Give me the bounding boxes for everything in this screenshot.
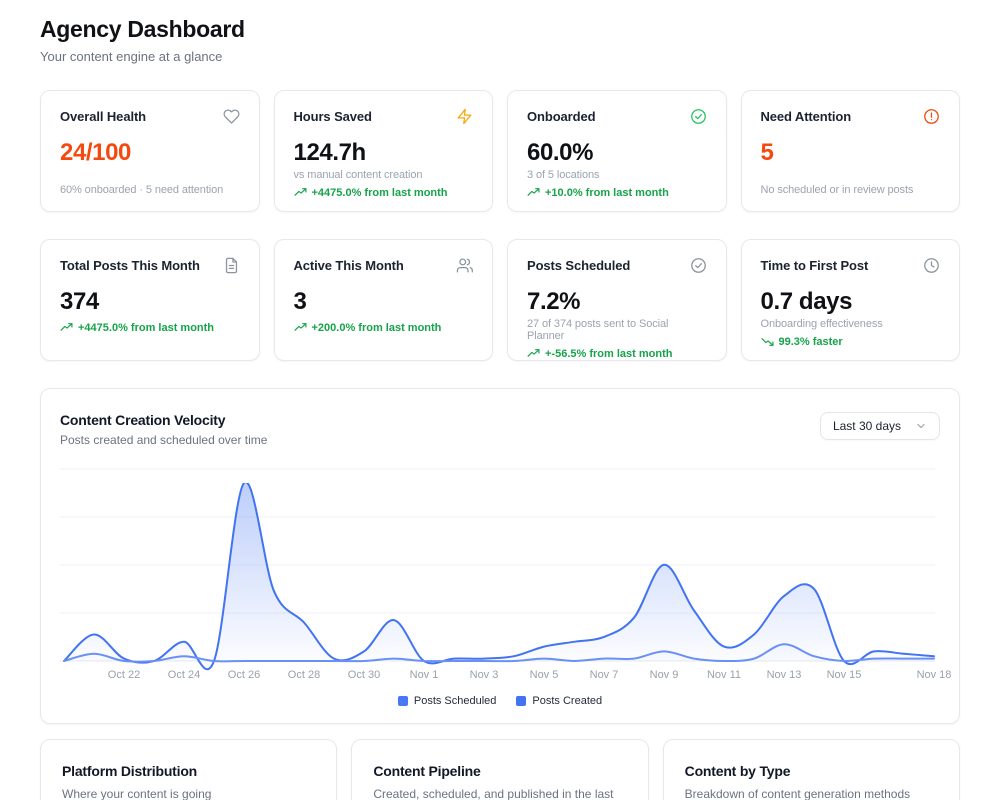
stat-card-overall-health: Overall Health 24/100 60% onboarded · 5 … (40, 90, 260, 212)
clock-icon (923, 257, 940, 274)
chart-subtitle: Posts created and scheduled over time (60, 433, 267, 447)
stat-trend: +200.0% from last month (294, 321, 474, 334)
stat-card-active-month: Active This Month 3 +200.0% from last mo… (274, 239, 494, 361)
stat-value: 3 (294, 288, 474, 316)
stat-trend: +-56.5% from last month (527, 347, 707, 360)
stat-card-posts-scheduled: Posts Scheduled 7.2% 27 of 374 posts sen… (507, 239, 727, 361)
card-title: Content Pipeline (373, 763, 626, 779)
content-by-type-card: Content by Type Breakdown of content gen… (663, 739, 960, 800)
stat-sub: vs manual content creation (294, 169, 474, 181)
legend-item-posts-scheduled[interactable]: Posts Scheduled (398, 695, 497, 707)
stat-trend: +10.0% from last month (527, 186, 707, 199)
stat-value: 60.0% (527, 139, 707, 167)
stat-value: 374 (60, 288, 240, 316)
x-axis-tick: Nov 18 (917, 669, 952, 681)
stat-trend: +4475.0% from last month (60, 321, 240, 334)
card-subtitle: Where your content is going (62, 787, 315, 800)
date-range-value: Last 30 days (833, 419, 901, 433)
stat-sub: 60% onboarded · 5 need attention (60, 184, 240, 196)
stat-value: 5 (761, 139, 941, 167)
stat-grid: Overall Health 24/100 60% onboarded · 5 … (40, 90, 960, 361)
card-subtitle: Created, scheduled, and published in the… (373, 787, 626, 800)
chart-header-text: Content Creation Velocity Posts created … (60, 412, 267, 447)
chart-legend: Posts Scheduled Posts Created (60, 695, 940, 711)
stat-card-time-to-first-post: Time to First Post 0.7 days Onboarding e… (741, 239, 961, 361)
stat-title: Hours Saved (294, 109, 372, 124)
x-axis-tick: Nov 13 (767, 669, 802, 681)
legend-swatch (516, 696, 526, 706)
x-axis-tick: Nov 11 (707, 669, 741, 681)
stat-sub: Onboarding effectiveness (761, 318, 941, 330)
card-title: Content by Type (685, 763, 938, 779)
velocity-chart-card: Content Creation Velocity Posts created … (40, 388, 960, 724)
stat-card-hours-saved: Hours Saved 124.7h vs manual content cre… (274, 90, 494, 212)
stat-sub: 3 of 5 locations (527, 169, 707, 181)
x-axis-tick: Oct 22 (108, 669, 140, 681)
stat-value: 24/100 (60, 139, 240, 167)
x-axis-tick: Oct 30 (348, 669, 380, 681)
x-axis-tick: Nov 5 (530, 669, 559, 681)
x-axis-tick: Nov 9 (650, 669, 679, 681)
x-axis-tick: Nov 1 (410, 669, 439, 681)
x-axis-tick: Oct 24 (168, 669, 200, 681)
card-title: Platform Distribution (62, 763, 315, 779)
alert-circle-icon (923, 108, 940, 125)
trending-up-icon (60, 321, 73, 334)
x-axis-tick: Oct 28 (288, 669, 320, 681)
zap-icon (456, 108, 473, 125)
legend-item-posts-created[interactable]: Posts Created (516, 695, 602, 707)
chart-title: Content Creation Velocity (60, 412, 267, 428)
stat-title: Overall Health (60, 109, 146, 124)
x-axis-tick: Nov 15 (827, 669, 862, 681)
trending-up-icon (527, 347, 540, 360)
stat-title: Need Attention (761, 109, 852, 124)
platform-distribution-card: Platform Distribution Where your content… (40, 739, 337, 800)
chevron-down-icon (915, 420, 927, 432)
page-header: Agency Dashboard Your content engine at … (40, 16, 960, 64)
heart-icon (223, 108, 240, 125)
x-axis-tick: Oct 26 (228, 669, 260, 681)
stat-value: 124.7h (294, 139, 474, 167)
legend-swatch (398, 696, 408, 706)
stat-trend: 99.3% faster (761, 335, 941, 348)
page-title: Agency Dashboard (40, 16, 960, 43)
trending-up-icon (294, 321, 307, 334)
stat-sub: No scheduled or in review posts (761, 184, 941, 196)
x-axis-tick: Nov 3 (470, 669, 499, 681)
content-pipeline-card: Content Pipeline Created, scheduled, and… (351, 739, 648, 800)
card-subtitle: Breakdown of content generation methods … (685, 787, 938, 800)
stat-card-need-attention: Need Attention 5 No scheduled or in revi… (741, 90, 961, 212)
stat-sub: 27 of 374 posts sent to Social Planner (527, 318, 707, 342)
trending-up-icon (527, 186, 540, 199)
trending-up-icon (294, 186, 307, 199)
date-range-select[interactable]: Last 30 days (820, 412, 940, 440)
velocity-area-chart: Oct 22 Oct 24 Oct 26 Oct 28 Oct 30 Nov 1 Nov 3… (60, 461, 935, 693)
stat-value: 0.7 days (761, 288, 941, 316)
stat-title: Active This Month (294, 258, 404, 273)
stat-trend: +4475.0% from last month (294, 186, 474, 199)
stat-title: Time to First Post (761, 258, 869, 273)
stat-card-total-posts: Total Posts This Month 374 +4475.0% from… (40, 239, 260, 361)
users-icon (456, 257, 473, 274)
file-text-icon (223, 257, 240, 274)
stat-value: 7.2% (527, 288, 707, 316)
trending-down-icon (761, 335, 774, 348)
bottom-grid: Platform Distribution Where your content… (40, 739, 960, 800)
stat-card-onboarded: Onboarded 60.0% 3 of 5 locations +10.0% … (507, 90, 727, 212)
page-subtitle: Your content engine at a glance (40, 49, 960, 64)
stat-title: Posts Scheduled (527, 258, 630, 273)
dashboard-page: Agency Dashboard Your content engine at … (0, 0, 1000, 800)
stat-title: Total Posts This Month (60, 258, 200, 273)
check-circle-icon (690, 108, 707, 125)
x-axis-tick: Nov 7 (590, 669, 619, 681)
stat-title: Onboarded (527, 109, 595, 124)
check-circle-icon (690, 257, 707, 274)
